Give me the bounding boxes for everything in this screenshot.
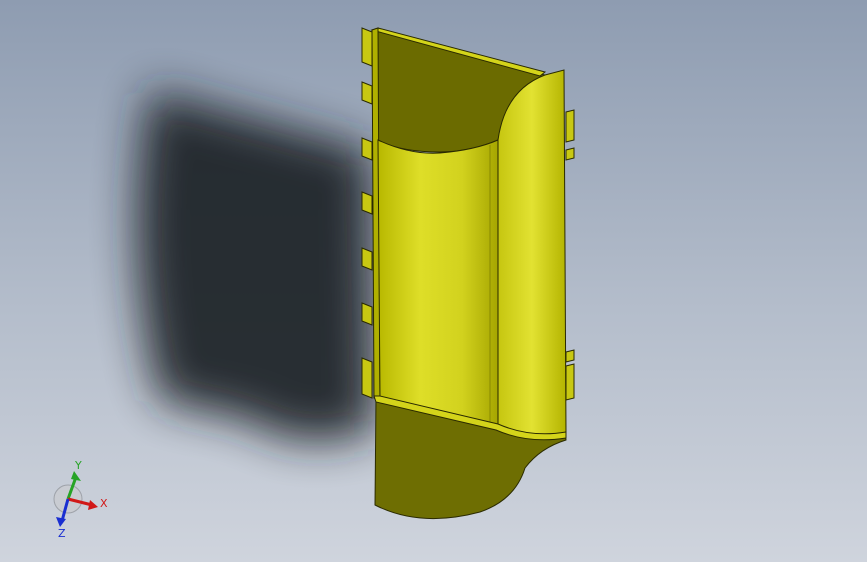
z-axis-label: Z <box>58 527 66 540</box>
y-arrow-icon <box>71 471 81 481</box>
x-arrow-icon <box>88 500 98 510</box>
x-axis-label: X <box>100 497 108 510</box>
model-scene[interactable] <box>0 0 867 562</box>
axis-triad: Y X Z <box>53 459 108 540</box>
sheet-metal-part[interactable] <box>361 27 575 519</box>
graphics-viewport[interactable]: Y X Z <box>0 0 867 562</box>
part-cylinder-surface <box>377 139 499 426</box>
model-shadow <box>137 90 375 441</box>
part-right-roll <box>497 69 567 438</box>
z-arrow-icon <box>56 517 66 527</box>
right-tabs <box>565 109 575 401</box>
y-axis-label: Y <box>74 459 82 472</box>
